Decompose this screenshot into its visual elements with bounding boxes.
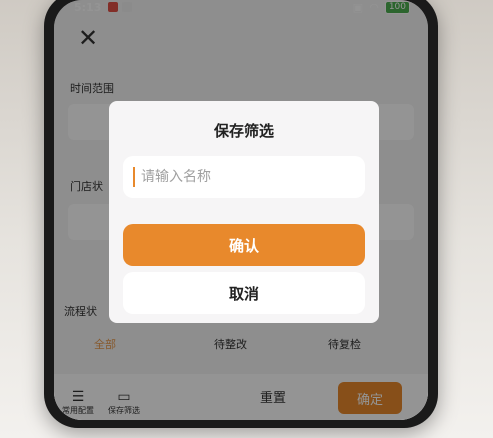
phone-screen: 5:13 ▣ ◠ 100 ✕ 时间范围 门店状 流程状 全部 待整改 待复检 ☰… <box>54 0 428 420</box>
confirm-button[interactable]: 确认 <box>123 224 365 266</box>
save-filter-dialog: 保存筛选 确认 取消 <box>109 101 379 323</box>
filter-name-input[interactable] <box>123 156 365 198</box>
phone-frame: 5:13 ▣ ◠ 100 ✕ 时间范围 门店状 流程状 全部 待整改 待复检 ☰… <box>44 0 438 428</box>
text-caret <box>133 167 135 187</box>
dialog-title: 保存筛选 <box>213 122 274 140</box>
cancel-button[interactable]: 取消 <box>123 272 365 314</box>
